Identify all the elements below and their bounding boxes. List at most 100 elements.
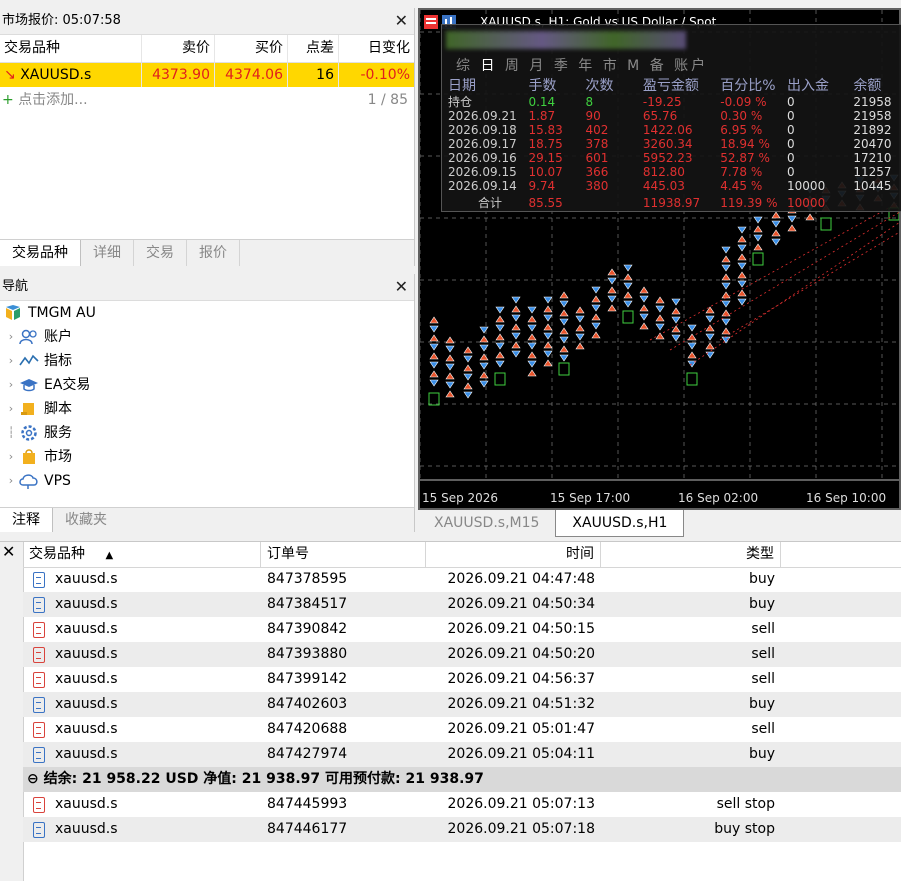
buy-marker: [445, 381, 455, 389]
sell-marker: [753, 243, 763, 251]
nav-item-vps[interactable]: › VPS: [0, 469, 414, 493]
period-tab[interactable]: 月: [529, 58, 546, 74]
chevron-right-icon[interactable]: ›: [4, 325, 18, 349]
column-bid[interactable]: 卖价: [142, 35, 215, 62]
period-tab[interactable]: 周: [505, 58, 522, 74]
period-tab[interactable]: 综: [456, 58, 473, 74]
sell-marker: [429, 316, 439, 324]
sell-marker: [639, 304, 649, 312]
order-row[interactable]: xauusd.s 847402603 2026.09.21 04:51:32 b…: [23, 692, 901, 717]
stats-cell: 3260.34: [642, 137, 693, 151]
graduation-cap-icon: [18, 375, 40, 395]
order-row[interactable]: xauusd.s 847427974 2026.09.21 05:04:11 b…: [23, 742, 901, 767]
stats-header: 出入金: [787, 78, 830, 94]
order-row[interactable]: xauusd.s 847399142 2026.09.21 04:56:37 s…: [23, 667, 901, 692]
column-ask[interactable]: 买价: [215, 35, 288, 62]
stats-cell: 20470: [853, 137, 892, 151]
stats-cell: 1422.06: [642, 123, 693, 137]
order-type: buy stop: [714, 821, 775, 837]
column-symbol[interactable]: 交易品种: [0, 35, 142, 62]
buy-marker: [705, 333, 715, 341]
chevron-right-icon[interactable]: ›: [4, 445, 18, 469]
period-tab[interactable]: 年: [578, 58, 595, 74]
nav-item-services[interactable]: ┆ 服务: [0, 421, 414, 445]
stats-cell: 8: [585, 95, 594, 109]
column-symbol[interactable]: 交易品种 ▲: [23, 542, 261, 567]
bid-value: 4373.90: [142, 63, 215, 87]
buy-marker: [511, 332, 521, 340]
sell-marker: [445, 354, 455, 362]
stats-total-cell: 合计: [478, 196, 503, 210]
column-type[interactable]: 类型: [601, 542, 781, 567]
column-change[interactable]: 日变化: [339, 35, 414, 62]
orders-header: 交易品种 ▲ 订单号 时间 类型: [23, 542, 901, 568]
sell-marker: [463, 382, 473, 390]
stats-cell: 18.75: [528, 137, 563, 151]
order-symbol: xauusd.s: [55, 796, 118, 812]
chevron-right-icon[interactable]: ›: [4, 469, 18, 493]
buy-marker: [479, 380, 489, 388]
order-row[interactable]: xauusd.s 847390842 2026.09.21 04:50:15 s…: [23, 617, 901, 642]
order-row[interactable]: xauusd.s 847378595 2026.09.21 04:47:48 b…: [23, 567, 901, 592]
order-row[interactable]: xauusd.s 847384517 2026.09.21 04:50:34 b…: [23, 592, 901, 617]
stats-popup: 综 日 周 月 季 年 市 M 备 账户 日期 手数 次数 盈亏金额 百分比% 出入金 余额…: [441, 24, 901, 212]
close-icon[interactable]: ✕: [395, 8, 408, 34]
close-icon[interactable]: ✕: [2, 542, 15, 561]
period-tab[interactable]: 市: [603, 58, 620, 74]
buy-marker: [607, 277, 617, 285]
sell-marker: [671, 307, 681, 315]
period-tab[interactable]: M: [627, 58, 642, 74]
period-tab[interactable]: 备: [650, 58, 667, 74]
period-tab[interactable]: 季: [554, 58, 571, 74]
period-tab[interactable]: 账户: [674, 58, 708, 74]
market-watch-panel: 市场报价: 05:07:58 ✕ 交易品种 卖价 买价 点差 日变化 ↘ XAU…: [0, 8, 415, 266]
order-row[interactable]: xauusd.s 847420688 2026.09.21 05:01:47 s…: [23, 717, 901, 742]
tab-trading[interactable]: 交易: [134, 240, 187, 266]
buy-marker: [623, 282, 633, 290]
buy-marker: [787, 215, 797, 223]
tab-chart-h1[interactable]: XAUUSD.s,H1: [555, 510, 685, 537]
nav-item-market[interactable]: › 市场: [0, 445, 414, 469]
tab-chart-m15[interactable]: XAUUSD.s,M15: [418, 510, 555, 537]
order-row[interactable]: xauusd.s 847446177 2026.09.21 05:07:18 b…: [23, 817, 901, 842]
sell-marker: [771, 211, 781, 219]
x-axis-label: 16 Sep 02:00: [678, 491, 758, 505]
column-spread[interactable]: 点差: [288, 35, 339, 62]
sell-marker: [543, 341, 553, 349]
sell-marker: [639, 286, 649, 294]
tab-details[interactable]: 详细: [81, 240, 134, 266]
sell-marker: [495, 315, 505, 323]
close-icon[interactable]: ✕: [395, 274, 408, 300]
tab-ticks[interactable]: 报价: [187, 240, 240, 266]
symbol-row[interactable]: ↘ XAUUSD.s 4373.90 4374.06 16 -0.10%: [0, 63, 414, 87]
nav-item-indicators[interactable]: › 指标: [0, 349, 414, 373]
sell-marker: [753, 225, 763, 233]
buy-marker: [479, 362, 489, 370]
column-time[interactable]: 时间: [426, 542, 601, 567]
nav-item-accounts[interactable]: › 账户: [0, 325, 414, 349]
nav-root[interactable]: TMGM AU: [0, 301, 414, 325]
order-row[interactable]: xauusd.s 847445993 2026.09.21 05:07:13 s…: [23, 792, 901, 817]
candle: [752, 252, 764, 266]
tab-symbols[interactable]: 交易品种: [0, 240, 81, 266]
chevron-right-icon[interactable]: ›: [4, 349, 18, 373]
buy-marker: [495, 324, 505, 332]
nav-item-experts[interactable]: › EA交易: [0, 373, 414, 397]
stats-total-cell: 10000: [787, 196, 826, 210]
tab-common[interactable]: 注释: [0, 508, 53, 532]
buy-marker: [623, 300, 633, 308]
nav-item-scripts[interactable]: › 脚本: [0, 397, 414, 421]
order-row[interactable]: xauusd.s 847393880 2026.09.21 04:50:20 s…: [23, 642, 901, 667]
tab-favorites[interactable]: 收藏夹: [53, 508, 119, 532]
period-tab-active[interactable]: 日: [480, 58, 497, 74]
add-symbol-row[interactable]: + 点击添加... 1 / 85: [0, 87, 414, 113]
navigator-panel: 导航 ✕ TMGM AU › 账户 › 指标 › EA交易 › 脚本 ┆ 服务 …: [0, 274, 415, 532]
chevron-right-icon[interactable]: ›: [4, 397, 18, 421]
account-summary-row[interactable]: ⊖ 结余: 21 958.22 USD 净值: 21 938.97 可用预付款:…: [23, 767, 901, 792]
collapse-icon[interactable]: ⊖: [27, 771, 39, 787]
column-order[interactable]: 订单号: [261, 542, 426, 567]
stats-cell: 2026.09.18: [448, 123, 517, 137]
stats-cell: 378: [585, 137, 609, 151]
chevron-right-icon[interactable]: ›: [4, 373, 18, 397]
sell-marker: [591, 313, 601, 321]
